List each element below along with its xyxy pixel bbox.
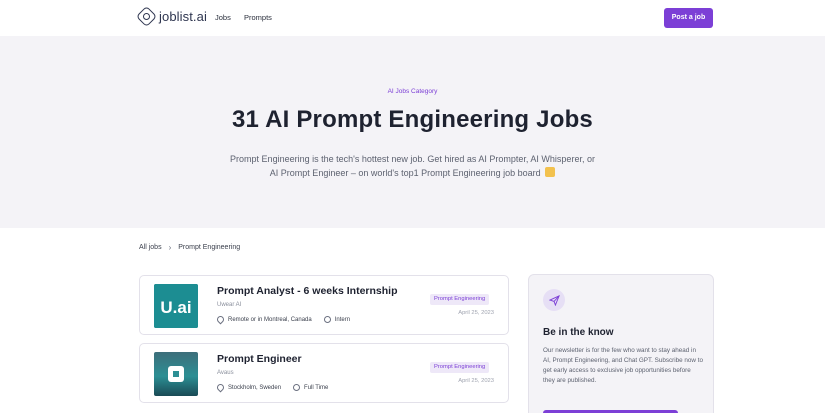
top-nav: joblist.ai Jobs Prompts Post a job: [0, 0, 825, 36]
hero-description-text: Prompt Engineering is the tech's hottest…: [230, 154, 595, 178]
job-company: Uwear AI: [217, 302, 242, 308]
job-date: April 25, 2023: [458, 310, 494, 316]
company-logo-text: U.ai: [160, 298, 191, 317]
emoji-icon: [545, 167, 556, 177]
breadcrumb-all-jobs[interactable]: All jobs: [139, 244, 162, 251]
job-card[interactable]: Prompt Engineer Avaus Stockholm, Sweden …: [139, 343, 509, 403]
newsletter-icon-badge: [543, 289, 565, 311]
job-meta: Remote or in Montreal, Canada Intern: [215, 314, 351, 325]
logo-icon: [135, 5, 158, 28]
job-tag[interactable]: Prompt Engineering: [430, 294, 490, 305]
logo-text: joblist.ai: [159, 9, 207, 24]
job-type: Intern: [334, 316, 351, 323]
company-logo: [154, 352, 198, 396]
newsletter-title: Be in the know: [543, 327, 614, 338]
location-pin-icon: [215, 382, 226, 393]
newsletter-card: Be in the know Our newsletter is for the…: [528, 274, 714, 413]
job-company: Avaus: [217, 370, 234, 376]
nav-link-prompts[interactable]: Prompts: [244, 13, 272, 22]
clock-icon: [293, 384, 301, 391]
company-logo: U.ai: [154, 284, 198, 328]
job-card[interactable]: U.ai Prompt Analyst - 6 weeks Internship…: [139, 275, 509, 335]
send-icon: [548, 294, 560, 306]
clock-icon: [323, 316, 331, 323]
job-date: April 25, 2023: [458, 378, 494, 384]
post-job-button[interactable]: Post a job: [664, 8, 713, 28]
page-title: 31 AI Prompt Engineering Jobs: [232, 106, 593, 133]
job-tag[interactable]: Prompt Engineering: [430, 362, 490, 373]
breadcrumb-current: Prompt Engineering: [178, 244, 241, 251]
job-title[interactable]: Prompt Analyst - 6 weeks Internship: [217, 285, 398, 297]
location-pin-icon: [215, 314, 226, 325]
newsletter-description: Our newsletter is for the few who want t…: [543, 347, 703, 384]
job-location: Stockholm, Sweden: [228, 384, 282, 391]
breadcrumb: All jobs › Prompt Engineering: [139, 243, 240, 252]
chevron-right-icon: ›: [168, 243, 172, 252]
site-logo[interactable]: joblist.ai: [135, 5, 207, 28]
category-eyebrow: AI Jobs Category: [387, 88, 438, 95]
job-location: Remote or in Montreal, Canada: [228, 316, 312, 323]
nav-link-jobs[interactable]: Jobs: [215, 13, 231, 22]
hero-description: Prompt Engineering is the tech's hottest…: [230, 152, 595, 180]
job-title[interactable]: Prompt Engineer: [217, 353, 302, 365]
job-meta: Stockholm, Sweden Full Time: [215, 382, 329, 393]
job-type: Full Time: [304, 384, 329, 391]
